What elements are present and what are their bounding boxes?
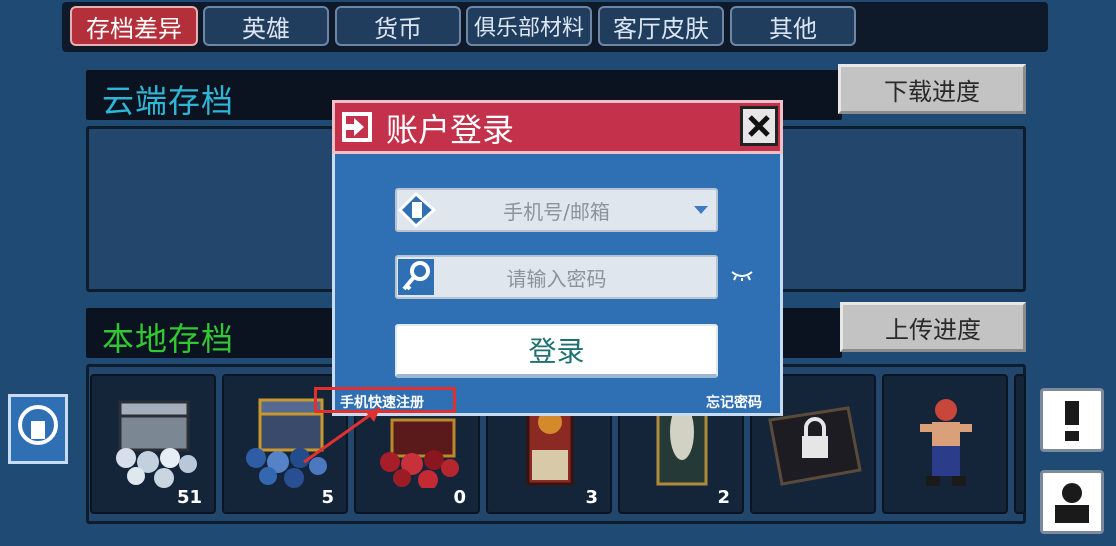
logo-icon — [18, 405, 58, 445]
login-icon — [342, 112, 372, 142]
cloud-save-title: 云端存档 — [102, 82, 235, 120]
inventory-slot-partial[interactable] — [1014, 374, 1026, 514]
local-save-title: 本地存档 — [102, 320, 235, 358]
key-icon — [398, 259, 434, 295]
upload-progress-button[interactable]: 上传进度 — [840, 302, 1026, 352]
password-placeholder: 请输入密码 — [506, 266, 607, 291]
account-field[interactable]: 手机号/邮箱 — [395, 188, 718, 232]
dropdown-arrow-icon[interactable] — [692, 204, 710, 216]
account-placeholder: 手机号/邮箱 — [503, 199, 610, 224]
close-icon — [748, 115, 770, 137]
notice-button[interactable] — [1040, 388, 1104, 452]
inventory-slot[interactable]: 51 — [90, 374, 216, 514]
user-icon — [1055, 483, 1089, 523]
item-count: 5 — [321, 487, 334, 508]
forgot-password-link[interactable]: 忘记密码 — [706, 392, 762, 412]
login-dialog-title: 账户登录 — [386, 111, 515, 149]
silver-gem-chest-icon — [116, 400, 197, 488]
tab-other[interactable]: 其他 — [730, 6, 856, 46]
tab-club-materials[interactable]: 俱乐部材料 — [466, 6, 592, 46]
item-count: 3 — [585, 487, 598, 508]
exclamation-icon — [1065, 401, 1079, 441]
annotation-arrow-icon — [303, 406, 381, 464]
login-button[interactable]: 登录 — [395, 324, 718, 378]
tab-currency[interactable]: 货币 — [335, 6, 461, 46]
tab-save-diff[interactable]: 存档差异 — [70, 6, 198, 46]
item-count: 2 — [717, 487, 730, 508]
club-logo-icon[interactable] — [8, 394, 68, 464]
close-button[interactable] — [740, 106, 778, 146]
account-icon — [397, 191, 437, 229]
download-progress-button[interactable]: 下载进度 — [838, 64, 1026, 114]
tab-lounge-skins[interactable]: 客厅皮肤 — [598, 6, 724, 46]
password-field[interactable]: 请输入密码 — [395, 255, 718, 299]
hide-password-icon[interactable] — [730, 268, 754, 282]
item-count: 51 — [176, 487, 202, 508]
profile-button[interactable] — [1040, 470, 1104, 534]
tab-heroes[interactable]: 英雄 — [203, 6, 329, 46]
item-count: 0 — [453, 487, 466, 508]
fighter-skin-icon — [920, 399, 972, 486]
inventory-slot[interactable] — [882, 374, 1008, 514]
